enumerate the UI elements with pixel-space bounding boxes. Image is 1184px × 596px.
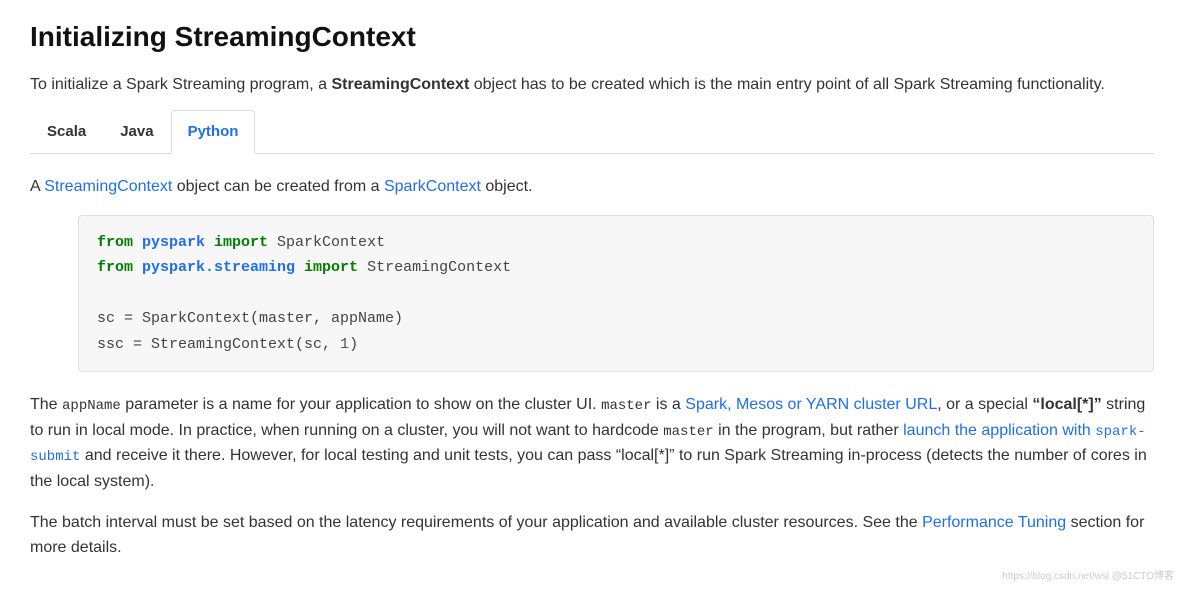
text: object has to be created which is the ma… <box>469 76 1105 93</box>
module-pyspark-streaming: pyspark.streaming <box>133 259 304 276</box>
watermark-text: https://blog.csdn.net/wsl @51CTO博客 <box>1002 569 1174 585</box>
code-master-2: master <box>663 424 713 440</box>
text: in the program, but rather <box>714 422 903 439</box>
context-created-paragraph: A StreamingContext object can be created… <box>30 174 1154 200</box>
code-line: ) <box>349 336 358 353</box>
module-pyspark: pyspark <box>133 234 214 251</box>
python-code-block: from pyspark import SparkContext from py… <box>78 215 1154 373</box>
code-master: master <box>601 398 651 414</box>
text: is a <box>651 396 685 413</box>
text: object. <box>481 178 533 195</box>
keyword-from: from <box>97 234 133 251</box>
performance-tuning-link[interactable]: Performance Tuning <box>922 514 1066 531</box>
cluster-url-link[interactable]: Spark, Mesos or YARN cluster URL <box>685 396 937 413</box>
identifier: SparkContext <box>268 234 385 251</box>
text: parameter is a name for your application… <box>121 396 601 413</box>
appname-description-paragraph: The appName parameter is a name for your… <box>30 392 1154 494</box>
sparkcontext-link[interactable]: SparkContext <box>384 178 481 195</box>
tab-python[interactable]: Python <box>171 110 256 154</box>
identifier: StreamingContext <box>358 259 511 276</box>
text: The <box>30 396 62 413</box>
keyword-import: import <box>214 234 268 251</box>
tab-java[interactable]: Java <box>103 110 170 154</box>
intro-paragraph: To initialize a Spark Streaming program,… <box>30 72 1154 98</box>
code-line: ssc = StreamingContext(sc, <box>97 336 340 353</box>
code-line: sc = SparkContext(master, appName) <box>97 310 403 327</box>
text: , or a special <box>937 396 1032 413</box>
keyword-import: import <box>304 259 358 276</box>
tab-scala[interactable]: Scala <box>30 110 103 154</box>
keyword-from: from <box>97 259 133 276</box>
local-star-strong: “local[*]” <box>1032 396 1101 413</box>
text: A <box>30 178 44 195</box>
code-appname: appName <box>62 398 121 414</box>
link-text: launch the application with <box>903 422 1095 439</box>
page-heading: Initializing StreamingContext <box>30 20 1154 54</box>
text: and receive it there. However, for local… <box>30 447 1147 490</box>
text: The batch interval must be set based on … <box>30 514 922 531</box>
text: object can be created from a <box>172 178 384 195</box>
streamingcontext-strong: StreamingContext <box>331 76 469 93</box>
number: 1 <box>340 336 349 353</box>
streamingcontext-link[interactable]: StreamingContext <box>44 178 172 195</box>
text: To initialize a Spark Streaming program,… <box>30 76 331 93</box>
language-tabs: Scala Java Python <box>30 109 1154 154</box>
batch-interval-paragraph: The batch interval must be set based on … <box>30 510 1154 561</box>
